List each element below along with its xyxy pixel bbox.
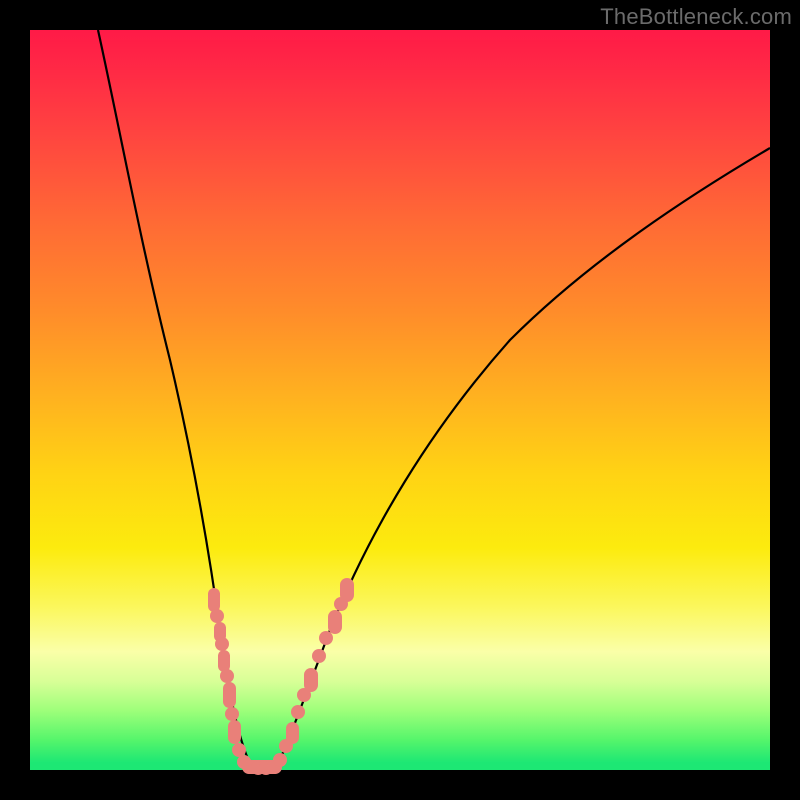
watermark-text: TheBottleneck.com bbox=[600, 4, 792, 30]
curve-layer bbox=[30, 30, 770, 770]
chart-frame: TheBottleneck.com bbox=[0, 0, 800, 800]
curve-right-branch bbox=[276, 148, 770, 768]
dots-right bbox=[273, 578, 354, 767]
dots-left bbox=[208, 588, 251, 769]
plot-area bbox=[30, 30, 770, 770]
